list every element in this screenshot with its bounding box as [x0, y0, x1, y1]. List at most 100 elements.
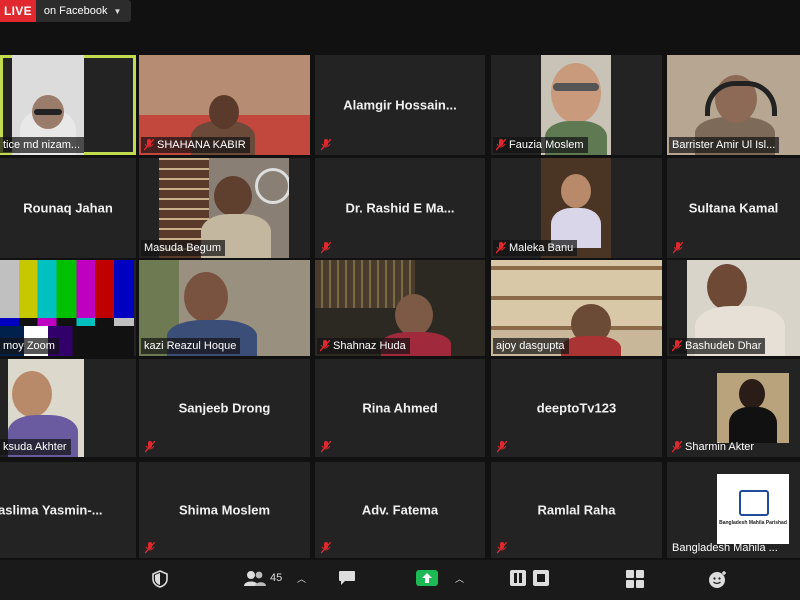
participant-tile[interactable]: Sanjeeb Drong — [139, 359, 310, 457]
participant-tile[interactable]: Sultana Kamal — [667, 158, 800, 258]
participant-tile[interactable]: Ramlal Raha — [491, 462, 662, 558]
share-screen-button[interactable] — [416, 570, 438, 586]
participant-tile[interactable]: ksuda Akhter — [0, 359, 136, 457]
muted-mic-icon — [496, 139, 506, 151]
participant-name: ksuda Akhter — [3, 441, 67, 453]
participant-name: Sharmin Akter — [685, 441, 755, 453]
shield-icon — [152, 570, 168, 588]
muted-mic-icon — [497, 542, 507, 554]
participant-name: Alamgir Hossain... — [343, 97, 457, 113]
participant-tile[interactable]: moy Zoom — [0, 260, 136, 356]
stop-icon — [533, 570, 549, 586]
video-feed: Bangladesh Mahila Parishad — [717, 474, 789, 544]
participant-name: Rounaq Jahan — [23, 200, 113, 216]
chevron-up-icon: ︿ — [455, 574, 465, 584]
participant-name: Masuda Begum — [144, 242, 222, 254]
muted-mic-icon — [672, 441, 682, 453]
participants-button[interactable]: 45 — [244, 570, 282, 586]
participant-name: Dr. Rashid E Ma... — [345, 200, 455, 216]
muted-mic-icon — [144, 139, 154, 151]
participant-name: Shima Moslem — [178, 502, 271, 518]
chevron-up-icon: ︿ — [297, 574, 307, 584]
participant-label: moy Zoom — [0, 338, 59, 354]
breakout-rooms-button[interactable] — [626, 570, 644, 588]
participant-label: ajoy dasgupta — [493, 338, 569, 354]
participant-tile[interactable]: Maleka Banu — [491, 158, 662, 258]
pause-icon — [510, 570, 526, 586]
participant-name: Sultana Kamal — [688, 200, 779, 216]
reactions-button[interactable] — [708, 570, 728, 588]
participant-tile[interactable]: Dr. Rashid E Ma... — [315, 158, 485, 258]
participant-tile[interactable]: Bangladesh Mahila Parishad Bangladesh Ma… — [667, 462, 800, 558]
participant-name: Bangladesh Mahila ... — [672, 542, 778, 554]
muted-mic-icon — [321, 242, 331, 254]
emoji-add-icon — [709, 571, 726, 588]
muted-mic-icon — [496, 242, 506, 254]
muted-mic-icon — [320, 340, 330, 352]
participant-name: aslima Yasmin-... — [0, 502, 103, 518]
muted-mic-icon — [672, 340, 682, 352]
participant-tile[interactable]: Rounaq Jahan — [0, 158, 136, 258]
participant-name: Adv. Fatema — [361, 502, 439, 518]
participant-name: Bashudeb Dhar — [685, 340, 762, 352]
participant-tile[interactable]: Barrister Amir Ul Isl... — [667, 55, 800, 155]
muted-mic-icon — [321, 441, 331, 453]
participants-options-button[interactable]: ︿ — [297, 572, 306, 585]
participant-label: ksuda Akhter — [0, 439, 71, 455]
participant-tile[interactable]: Shima Moslem — [139, 462, 310, 558]
participant-name: Rina Ahmed — [362, 400, 438, 416]
participant-label: Barrister Amir Ul Isl... — [669, 137, 780, 153]
participant-label: SHAHANA KABIR — [141, 137, 250, 153]
participant-label: Shahnaz Huda — [317, 338, 410, 354]
participant-name: Sanjeeb Drong — [178, 400, 271, 416]
share-options-button[interactable]: ︿ — [455, 572, 464, 585]
participant-tile[interactable]: Rina Ahmed — [315, 359, 485, 457]
participant-tile[interactable]: Sharmin Akter — [667, 359, 800, 457]
muted-mic-icon — [497, 441, 507, 453]
participant-name: Barrister Amir Ul Isl... — [672, 139, 776, 151]
video-feed — [717, 373, 789, 443]
participant-tile[interactable]: kazi Reazul Hoque — [139, 260, 310, 356]
participant-tile[interactable]: deeptoTv123 — [491, 359, 662, 457]
muted-mic-icon — [321, 542, 331, 554]
grid-icon — [626, 570, 644, 588]
security-button[interactable] — [152, 570, 168, 588]
participant-label: Fauzia Moslem — [493, 137, 588, 153]
participant-tile[interactable]: ajoy dasgupta — [491, 260, 662, 356]
participant-tile[interactable]: tice md nizam... — [0, 55, 136, 155]
participant-tile[interactable]: SHAHANA KABIR — [139, 55, 310, 155]
participant-name: kazi Reazul Hoque — [144, 340, 237, 352]
video-grid: tice md nizam... SHAHANA KABIR Alamgir H… — [0, 0, 800, 560]
participant-tile[interactable]: Alamgir Hossain... — [315, 55, 485, 155]
participant-label: Masuda Begum — [141, 240, 226, 256]
participants-icon — [244, 571, 266, 586]
participant-tile[interactable]: Bashudeb Dhar — [667, 260, 800, 356]
stop-recording-button[interactable] — [533, 570, 549, 586]
muted-mic-icon — [673, 242, 683, 254]
participant-label: Sharmin Akter — [669, 439, 758, 455]
participant-tile[interactable]: aslima Yasmin-... — [0, 462, 136, 558]
participant-label: tice md nizam... — [0, 137, 85, 153]
participant-label: kazi Reazul Hoque — [141, 338, 241, 354]
logo-caption: Bangladesh Mahila Parishad — [719, 520, 787, 526]
pause-recording-button[interactable] — [510, 570, 526, 586]
participant-label: Maleka Banu — [493, 240, 578, 256]
participant-name: ajoy dasgupta — [496, 340, 565, 352]
participant-name: Ramlal Raha — [537, 502, 616, 518]
participant-tile[interactable]: Fauzia Moslem — [491, 55, 662, 155]
participant-tile[interactable]: Adv. Fatema — [315, 462, 485, 558]
participant-label: Bashudeb Dhar — [669, 338, 766, 354]
participant-name: moy Zoom — [3, 340, 55, 352]
muted-mic-icon — [145, 441, 155, 453]
meeting-toolbar: 45 ︿ ︿ — [0, 560, 800, 600]
chat-button[interactable] — [338, 570, 356, 586]
chat-icon — [339, 571, 355, 585]
participant-name: deeptoTv123 — [536, 400, 617, 416]
participant-tile[interactable]: Masuda Begum — [139, 158, 310, 258]
participant-name: SHAHANA KABIR — [157, 139, 246, 151]
participants-count: 45 — [270, 572, 283, 584]
participant-name: Maleka Banu — [509, 242, 574, 254]
participant-name: Fauzia Moslem — [509, 139, 584, 151]
participant-name: Shahnaz Huda — [333, 340, 406, 352]
participant-tile[interactable]: Shahnaz Huda — [315, 260, 485, 356]
